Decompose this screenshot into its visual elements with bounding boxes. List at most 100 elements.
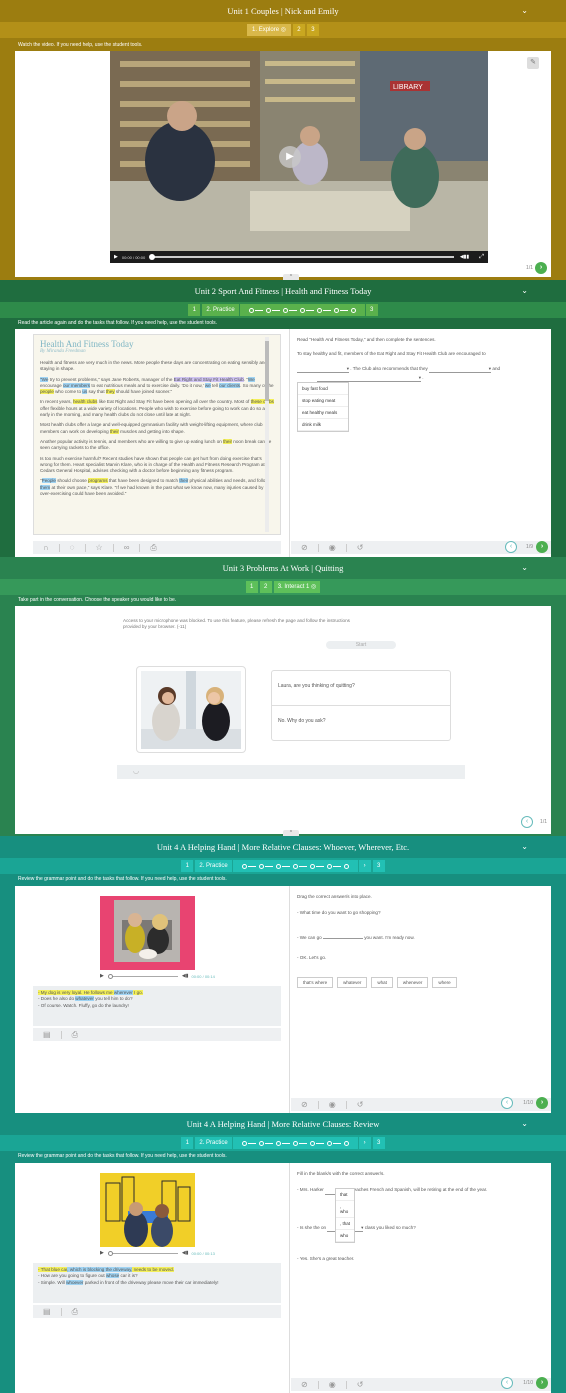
comment-icon[interactable]: ▤ xyxy=(33,1307,62,1316)
progress-handle[interactable] xyxy=(107,973,113,979)
play-small-icon[interactable]: ▶ xyxy=(100,973,104,979)
next-button[interactable]: › xyxy=(536,541,548,553)
dropdown-options: that , who , that who xyxy=(335,1188,355,1243)
answer-dropdown-2[interactable]: ▾ xyxy=(429,366,492,373)
reset-icon[interactable]: ↺ xyxy=(347,1100,374,1109)
prev-button[interactable]: ‹ xyxy=(521,816,533,828)
step-practice[interactable]: 2. Practice xyxy=(202,304,239,316)
volume-icon[interactable]: ◀▮▮ xyxy=(460,254,469,260)
dropdown-option[interactable]: that xyxy=(336,1189,354,1201)
step-1[interactable]: 1 xyxy=(188,304,201,316)
step-3[interactable]: 3 xyxy=(306,24,319,36)
prev-button[interactable]: ‹ xyxy=(501,1097,513,1109)
drag-option[interactable]: what xyxy=(371,977,393,989)
chevron-down-icon[interactable]: ⌄ xyxy=(521,557,528,579)
play-button[interactable]: ▶ xyxy=(279,146,301,168)
drag-option[interactable]: whatever xyxy=(337,977,368,989)
step-next-arrow[interactable]: › xyxy=(358,860,371,872)
drag-option[interactable]: where xyxy=(432,977,457,989)
divider xyxy=(289,886,290,1113)
print-icon[interactable]: ⎙ xyxy=(140,543,166,552)
task-line: - We can go you want. I'm ready now. xyxy=(297,935,547,941)
tools-icon[interactable]: ✎ xyxy=(527,57,539,69)
dialogue-line[interactable]: Laura, are you thinking of quitting? xyxy=(272,671,450,706)
play-small-icon[interactable]: ▶ xyxy=(114,254,118,260)
print-icon[interactable]: ⎙ xyxy=(62,1030,88,1039)
article-scrollbar[interactable] xyxy=(265,337,269,532)
check-icon[interactable]: ⊘ xyxy=(291,1100,319,1109)
chevron-down-icon[interactable]: ⌄ xyxy=(521,280,528,302)
article-paragraph: Another popular activity is tennis, and … xyxy=(40,438,272,451)
content-area: Health And Fitness Today By Miranda Free… xyxy=(15,329,551,557)
prev-button[interactable]: ‹ xyxy=(505,541,517,553)
step-2[interactable]: 2 xyxy=(292,24,305,36)
dropdown-option[interactable]: who xyxy=(336,1230,354,1242)
transcript-line: - Simple. Will whoever parked in front o… xyxy=(38,1279,219,1285)
progress-bar[interactable] xyxy=(149,254,454,260)
step-3[interactable]: 3 xyxy=(372,860,385,872)
dropdown-option[interactable]: eat healthy meals xyxy=(298,407,348,419)
volume-icon[interactable]: ◀▮ xyxy=(182,1250,189,1256)
comment-icon[interactable]: ▤ xyxy=(33,1030,62,1039)
microphone-icon[interactable]: ◡ xyxy=(133,767,139,775)
panel-title: Unit 1 Couples | Nick and Emily xyxy=(227,6,339,16)
dropdown-option[interactable]: , who xyxy=(336,1201,354,1218)
print-icon[interactable]: ⎙ xyxy=(62,1307,88,1316)
check-icon[interactable]: ⊘ xyxy=(291,1380,319,1389)
drag-option[interactable]: that's where xyxy=(297,977,334,989)
check-icon[interactable]: ⊘ xyxy=(291,543,319,552)
task-text: class you liked so much? xyxy=(364,1224,416,1230)
task-text: . The Club also recommends that they xyxy=(350,365,428,371)
next-button[interactable]: › xyxy=(535,262,547,274)
chevron-down-icon[interactable]: ⌄ xyxy=(521,1113,528,1135)
chevron-down-icon[interactable]: ⌄ xyxy=(521,0,528,22)
progress-handle[interactable] xyxy=(107,1250,113,1256)
dropdown-option[interactable]: buy fast food xyxy=(298,383,348,395)
dropdown-option[interactable]: , that xyxy=(336,1218,354,1230)
grammar-video[interactable] xyxy=(100,1173,195,1247)
step-practice[interactable]: 2. Practice xyxy=(195,860,232,872)
progress-bar[interactable] xyxy=(107,973,178,979)
next-button[interactable]: › xyxy=(536,1377,548,1389)
step-next-arrow[interactable]: › xyxy=(358,1137,371,1149)
step-1[interactable]: 1 xyxy=(245,581,258,593)
eye-icon[interactable]: ◉ xyxy=(319,1100,347,1109)
step-interact[interactable]: 3. Interact 1 ◎ xyxy=(273,581,321,593)
drag-option[interactable]: whenever xyxy=(396,977,429,989)
start-button[interactable]: Start xyxy=(326,641,396,649)
step-practice[interactable]: 2. Practice xyxy=(195,1137,232,1149)
headphones-icon[interactable]: ∩ xyxy=(33,543,60,552)
step-2[interactable]: 2 xyxy=(259,581,272,593)
progress-bar[interactable] xyxy=(107,1250,178,1256)
eye-icon[interactable]: ◉ xyxy=(319,543,347,552)
eye-icon[interactable]: ◉ xyxy=(319,1380,347,1389)
progress-handle[interactable] xyxy=(149,254,156,260)
play-small-icon[interactable]: ▶ xyxy=(100,1250,104,1256)
link-icon[interactable]: ∞ xyxy=(114,543,141,552)
volume-icon[interactable]: ◀▮ xyxy=(182,973,189,979)
step-3[interactable]: 3 xyxy=(372,1137,385,1149)
dialogue-line[interactable]: No. Why do you ask? xyxy=(272,706,450,741)
step-1[interactable]: 1 xyxy=(181,1137,194,1149)
panel-unit1: Unit 1 Couples | Nick and Emily ⌄ 1. Exp… xyxy=(0,0,566,280)
comment-icon[interactable]: ◌ xyxy=(60,543,86,552)
answer-dropdown-1[interactable]: ▾ xyxy=(297,366,349,373)
prev-button[interactable]: ‹ xyxy=(501,1377,513,1389)
next-button[interactable]: › xyxy=(536,1097,548,1109)
reset-icon[interactable]: ↺ xyxy=(347,543,374,552)
step-explore[interactable]: 1. Explore ◎ xyxy=(247,24,291,36)
dropdown-option[interactable]: stop eating meat xyxy=(298,395,348,407)
instruction: Review the grammar point and do the task… xyxy=(18,876,227,882)
step-1[interactable]: 1 xyxy=(181,860,194,872)
video-player[interactable]: LIBRARY ▶ ▶ 00:00 / 00:00 ◀▮▮ ⤢ xyxy=(110,51,488,263)
reset-icon[interactable]: ↺ xyxy=(347,1380,374,1389)
grammar-video[interactable] xyxy=(100,896,195,970)
dropdown-option[interactable]: drink milk xyxy=(298,419,348,431)
fullscreen-icon[interactable]: ⤢ xyxy=(479,254,484,261)
chevron-down-icon[interactable]: ⌄ xyxy=(521,836,528,858)
star-icon[interactable]: ☆ xyxy=(86,543,114,552)
drop-target[interactable] xyxy=(322,937,363,939)
task-intro: Drag the correct answer/s into place. xyxy=(297,894,372,899)
step-progress xyxy=(232,860,358,872)
step-3[interactable]: 3 xyxy=(365,304,378,316)
